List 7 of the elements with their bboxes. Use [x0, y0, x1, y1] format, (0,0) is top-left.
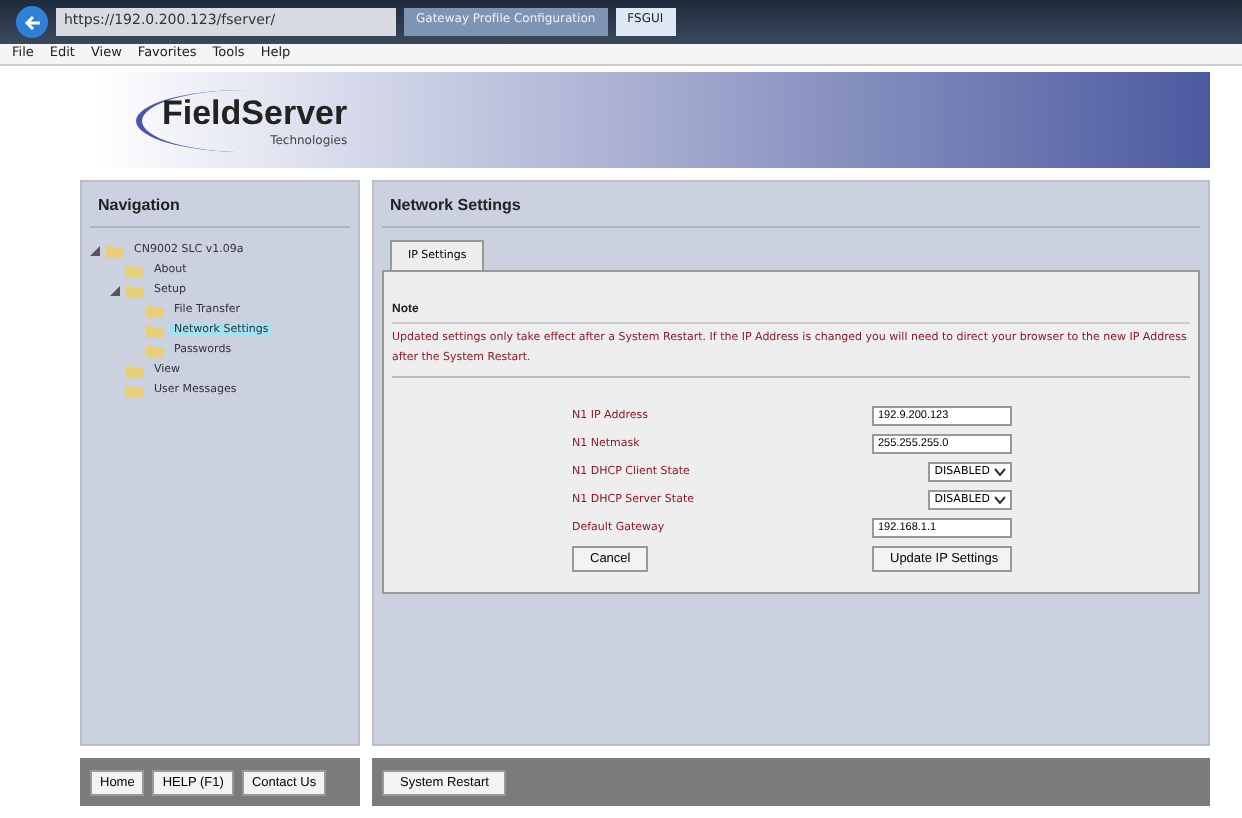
caret-icon [994, 468, 1006, 476]
panel-title: Navigation [90, 190, 350, 228]
caret-icon [994, 496, 1006, 504]
expander-icon[interactable] [110, 285, 120, 295]
back-icon[interactable] [16, 6, 48, 38]
expander-icon[interactable] [90, 245, 100, 255]
panel-title: Network Settings [382, 190, 1200, 228]
